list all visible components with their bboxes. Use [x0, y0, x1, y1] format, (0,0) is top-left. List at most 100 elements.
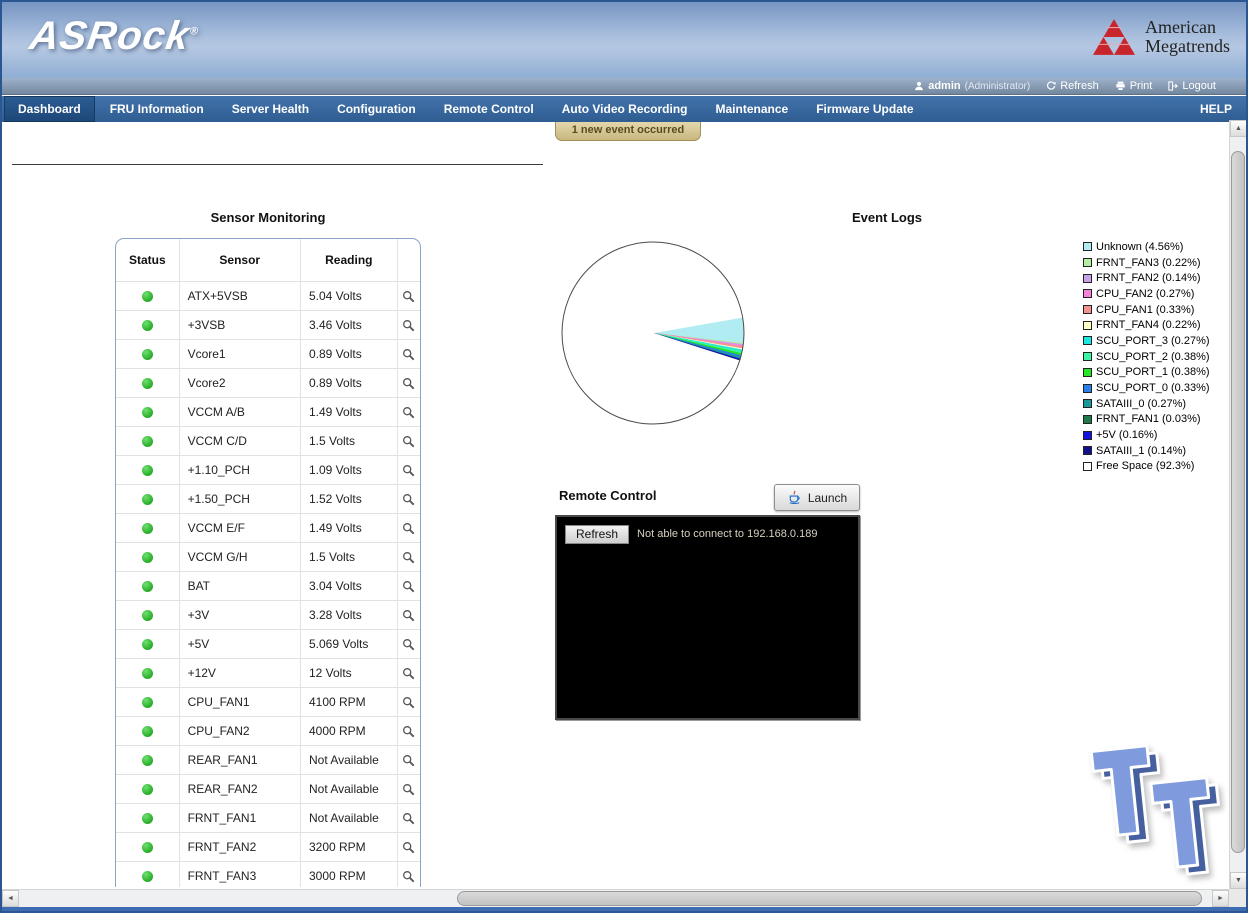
magnifier-icon[interactable]	[402, 667, 415, 680]
sensor-name: CPU_FAN2	[178, 716, 301, 746]
status-ok-icon	[141, 523, 153, 535]
magnifier-icon[interactable]	[402, 435, 415, 448]
print-link[interactable]: Print	[1115, 80, 1152, 92]
scroll-left-button[interactable]: ◄	[2, 890, 19, 907]
magnifier-icon[interactable]	[402, 725, 415, 738]
vertical-scroll-thumb[interactable]	[1231, 151, 1245, 853]
sensor-reading: 3.04 Volts	[299, 571, 398, 601]
sensor-detail-cell[interactable]	[396, 426, 420, 456]
magnifier-icon[interactable]	[402, 783, 415, 796]
magnifier-icon[interactable]	[402, 406, 415, 419]
sensor-detail-cell[interactable]	[396, 745, 420, 775]
sensor-detail-cell[interactable]	[396, 455, 420, 485]
event-logs-title: Event Logs	[851, 210, 923, 225]
logout-link[interactable]: Logout	[1168, 80, 1216, 92]
legend-swatch	[1083, 352, 1092, 362]
magnifier-icon[interactable]	[402, 319, 415, 332]
table-row: +12V 12 Volts	[116, 658, 420, 688]
magnifier-icon[interactable]	[402, 696, 415, 709]
launch-button[interactable]: Launch	[774, 484, 860, 511]
vertical-scroll-track[interactable]	[1230, 137, 1246, 872]
sensor-detail-cell[interactable]	[396, 861, 420, 887]
nav-tab-label: Configuration	[337, 102, 416, 116]
scroll-right-button[interactable]: ►	[1212, 890, 1229, 907]
sensor-detail-cell[interactable]	[396, 600, 420, 630]
legend-item: Free Space (92.3%)	[1083, 459, 1210, 475]
magnifier-icon[interactable]	[402, 609, 415, 622]
sensor-reading: 4000 RPM	[299, 716, 398, 746]
nav-tab[interactable]: Auto Video Recording	[549, 96, 701, 122]
status-ok-icon	[141, 871, 153, 883]
status-ok-icon	[141, 697, 153, 709]
sensor-detail-cell[interactable]	[396, 397, 420, 427]
magnifier-icon[interactable]	[402, 551, 415, 564]
sensor-name: VCCM E/F	[178, 513, 301, 543]
console-refresh-button[interactable]: Refresh	[565, 525, 630, 544]
table-row: +5V 5.069 Volts	[116, 629, 420, 659]
magnifier-icon[interactable]	[402, 841, 415, 854]
legend-item: CPU_FAN1 (0.33%)	[1083, 302, 1210, 318]
sensor-detail-cell[interactable]	[396, 339, 420, 369]
nav-tab[interactable]: Firmware Update	[803, 96, 926, 122]
sensor-detail-cell[interactable]	[396, 803, 420, 833]
sensor-detail-cell[interactable]	[396, 716, 420, 746]
sensor-detail-cell[interactable]	[396, 513, 420, 543]
content-divider	[12, 164, 543, 165]
status-ok-icon	[141, 494, 153, 506]
legend-item: SATAIII_1 (0.14%)	[1083, 443, 1210, 459]
sensor-detail-cell[interactable]	[396, 687, 420, 717]
sensor-detail-cell[interactable]	[396, 310, 420, 340]
nav-tab[interactable]: Server Health	[219, 96, 322, 122]
sensor-name: FRNT_FAN2	[178, 832, 301, 862]
nav-tab[interactable]: Configuration	[324, 96, 429, 122]
scroll-up-button[interactable]: ▲	[1230, 120, 1246, 137]
refresh-link[interactable]: Refresh	[1046, 80, 1099, 92]
logout-link-label: Logout	[1182, 80, 1216, 92]
sensor-detail-cell[interactable]	[396, 542, 420, 572]
sensor-detail-cell[interactable]	[396, 658, 420, 688]
magnifier-icon[interactable]	[402, 522, 415, 535]
legend-label: Free Space (92.3%)	[1096, 460, 1195, 473]
sensor-detail-cell[interactable]	[396, 368, 420, 398]
sensor-detail-cell[interactable]	[396, 281, 420, 311]
magnifier-icon[interactable]	[402, 464, 415, 477]
horizontal-scroll-thumb[interactable]	[457, 891, 1202, 906]
sensor-reading: 1.09 Volts	[299, 455, 398, 485]
magnifier-icon[interactable]	[402, 812, 415, 825]
magnifier-icon[interactable]	[402, 377, 415, 390]
magnifier-icon[interactable]	[402, 348, 415, 361]
nav-tab[interactable]: Maintenance	[703, 96, 802, 122]
magnifier-icon[interactable]	[402, 638, 415, 651]
sensor-table: Status Sensor Reading ATX+5VSB 5.04 Volt…	[115, 238, 421, 887]
sensor-status-cell	[116, 600, 180, 630]
scroll-down-button[interactable]: ▼	[1230, 872, 1246, 889]
sensor-reading: 1.49 Volts	[299, 397, 398, 427]
sensor-reading: Not Available	[299, 745, 398, 775]
sensor-name: +5V	[178, 629, 301, 659]
sensor-status-cell	[116, 426, 180, 456]
magnifier-icon[interactable]	[402, 754, 415, 767]
magnifier-icon[interactable]	[402, 290, 415, 303]
legend-label: FRNT_FAN2 (0.14%)	[1096, 272, 1201, 285]
legend-swatch	[1083, 367, 1092, 377]
sensor-detail-cell[interactable]	[396, 571, 420, 601]
magnifier-icon[interactable]	[402, 870, 415, 883]
nav-tab[interactable]: Dashboard	[4, 96, 95, 122]
legend-swatch	[1083, 399, 1092, 409]
ami-logo: American Megatrends	[1093, 18, 1230, 56]
legend-item: FRNT_FAN2 (0.14%)	[1083, 270, 1210, 286]
nav-tab[interactable]: Remote Control	[431, 96, 547, 122]
sensor-detail-cell[interactable]	[396, 484, 420, 514]
magnifier-icon[interactable]	[402, 493, 415, 506]
legend-label: SCU_PORT_3 (0.27%)	[1096, 334, 1210, 347]
event-notification-badge[interactable]: 1 new event occurred	[555, 122, 701, 141]
status-ok-icon	[141, 291, 153, 303]
sensor-detail-cell[interactable]	[396, 832, 420, 862]
help-link[interactable]: HELP	[1186, 96, 1246, 122]
sensor-detail-cell[interactable]	[396, 629, 420, 659]
horizontal-scroll-track[interactable]	[19, 890, 1212, 907]
nav-tab[interactable]: FRU Information	[97, 96, 217, 122]
column-header-detail	[396, 239, 420, 282]
sensor-detail-cell[interactable]	[396, 774, 420, 804]
magnifier-icon[interactable]	[402, 580, 415, 593]
